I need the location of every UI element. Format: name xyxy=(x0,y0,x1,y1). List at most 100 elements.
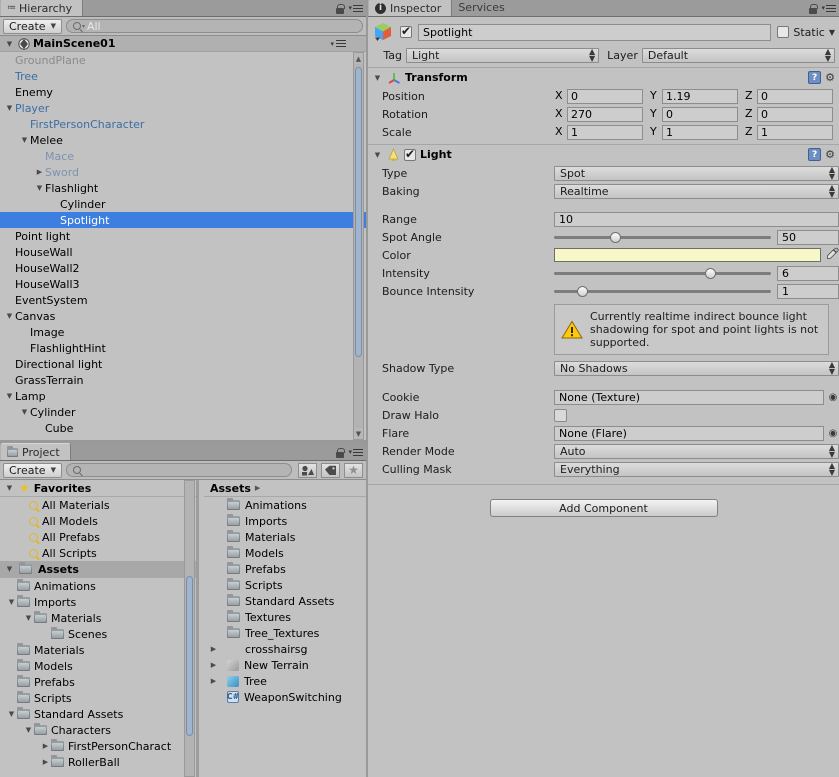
add-component-button[interactable]: Add Component xyxy=(489,499,718,517)
project-content-item[interactable]: Animations xyxy=(204,497,366,513)
project-content-item[interactable]: Imports xyxy=(204,513,366,529)
lock-icon[interactable] xyxy=(336,447,346,458)
chevron-down-icon[interactable]: ▼ xyxy=(4,392,15,400)
favorite-star-icon[interactable]: ★ xyxy=(344,462,363,478)
hierarchy-item[interactable]: EventSystem xyxy=(0,292,366,308)
hierarchy-item[interactable]: Point light xyxy=(0,228,366,244)
chevron-down-icon[interactable]: ▼ xyxy=(6,598,17,606)
transform-position-x-input[interactable]: 0 xyxy=(567,88,643,104)
hierarchy-item[interactable]: Mace xyxy=(0,148,366,164)
gameobject-enabled-checkbox[interactable] xyxy=(400,24,412,38)
light-intensity-input[interactable]: 6 xyxy=(777,265,839,281)
slider-knob[interactable] xyxy=(705,267,717,279)
transform-rotation-z-input[interactable]: 0 xyxy=(757,106,833,122)
hierarchy-item[interactable]: Enemy xyxy=(0,84,366,100)
assets-tree-item[interactable]: Prefabs xyxy=(0,674,196,690)
favorites-header[interactable]: ▼ ★ Favorites xyxy=(0,480,196,497)
hierarchy-item[interactable]: Directional light xyxy=(0,356,366,372)
chevron-right-icon[interactable]: ▶ xyxy=(40,758,51,766)
hierarchy-scrollbar[interactable]: ▲ ▼ xyxy=(353,52,364,440)
project-content-item[interactable]: ▶ New Terrain xyxy=(204,657,366,673)
hierarchy-item[interactable]: FirstPersonCharacter xyxy=(0,116,366,132)
chevron-down-icon[interactable]: ▼ xyxy=(23,726,34,734)
chevron-down-icon[interactable]: ▼ xyxy=(4,104,15,112)
hierarchy-item[interactable]: ▼ Canvas xyxy=(0,308,366,324)
project-content-item[interactable]: Tree_Textures xyxy=(204,625,366,641)
gameobject-name-input[interactable]: Spotlight xyxy=(418,23,772,41)
chevron-down-icon[interactable]: ▼ xyxy=(4,565,15,573)
light-header[interactable]: ▼ Light ? ⚙ xyxy=(368,145,839,164)
hierarchy-item[interactable]: Image xyxy=(0,324,366,340)
light-intensity-slider[interactable] xyxy=(554,266,771,280)
chevron-down-icon[interactable]: ▼ xyxy=(19,136,30,144)
assets-tree-root[interactable]: ▼ Assets xyxy=(0,561,196,578)
light-type-dropdown[interactable]: Spot ▲ ▼ xyxy=(554,165,839,181)
tab-services[interactable]: Services xyxy=(452,0,514,16)
assets-tree-item[interactable]: ▼ Imports xyxy=(0,594,196,610)
hierarchy-scroll-thumb[interactable] xyxy=(355,67,362,357)
transform-position-z-input[interactable]: 0 xyxy=(757,88,833,104)
transform-position-y-input[interactable]: 1.19 xyxy=(662,88,738,104)
chevron-down-icon[interactable]: ▼ xyxy=(4,312,15,320)
scroll-up-arrow[interactable]: ▲ xyxy=(354,53,363,64)
transform-scale-y-input[interactable]: 1 xyxy=(662,124,738,140)
project-breadcrumb[interactable]: Assets ▶ xyxy=(204,480,366,497)
hierarchy-item[interactable]: HouseWall xyxy=(0,244,366,260)
project-content-item[interactable]: Standard Assets xyxy=(204,593,366,609)
light-shadow-type-dropdown[interactable]: No Shadows ▲ ▼ xyxy=(554,360,839,376)
hierarchy-item[interactable]: GroundPlane xyxy=(0,52,366,68)
eyedropper-icon[interactable] xyxy=(825,247,839,263)
slider-knob[interactable] xyxy=(609,231,621,243)
hierarchy-item[interactable]: Cylinder xyxy=(0,196,366,212)
hierarchy-item[interactable]: HouseWall3 xyxy=(0,276,366,292)
chevron-down-icon[interactable]: ▼ xyxy=(23,614,34,622)
tab-inspector[interactable]: i Inspector xyxy=(368,0,453,16)
transform-scale-x-input[interactable]: 1 xyxy=(567,124,643,140)
hierarchy-scene-row[interactable]: ▼ MainScene01 ▾ xyxy=(0,36,366,52)
scene-context-menu-icon[interactable]: ▾ xyxy=(330,38,346,49)
help-icon[interactable]: ? xyxy=(808,71,822,84)
chevron-down-icon[interactable]: ▼ xyxy=(4,40,15,48)
tag-dropdown[interactable]: Light ▲ ▼ xyxy=(406,47,600,63)
transform-header[interactable]: ▼ Transform ? ⚙ xyxy=(368,68,839,87)
transform-scale-z-input[interactable]: 1 xyxy=(757,124,833,140)
static-toggle[interactable]: Static ▼ xyxy=(777,26,835,39)
favorites-item[interactable]: All Materials xyxy=(0,497,196,513)
project-menu-icon[interactable]: ▾ xyxy=(348,447,363,458)
assets-tree-item[interactable]: Models xyxy=(0,658,196,674)
chevron-down-icon[interactable]: ▼ xyxy=(372,74,383,82)
hierarchy-item[interactable]: ▼ Flashlight xyxy=(0,180,366,196)
filter-by-type-icon[interactable] xyxy=(298,462,317,478)
assets-tree-item[interactable]: Materials xyxy=(0,642,196,658)
object-picker-icon[interactable]: ◉ xyxy=(827,392,839,403)
hierarchy-item[interactable]: ▼ Cylinder xyxy=(0,404,366,420)
project-search-input[interactable] xyxy=(65,463,292,477)
project-create-button[interactable]: Create ▼ xyxy=(3,462,62,478)
project-content-item[interactable]: ▶ Tree xyxy=(204,673,366,689)
hierarchy-item[interactable]: ▼ Melee xyxy=(0,132,366,148)
light-render-mode-dropdown[interactable]: Auto ▲ ▼ xyxy=(554,443,839,459)
project-content-item[interactable]: ▶ crosshairsg xyxy=(204,641,366,657)
project-content-item[interactable]: Scripts xyxy=(204,577,366,593)
chevron-down-icon[interactable]: ▼ xyxy=(4,484,15,492)
light-bounce-intensity-slider[interactable] xyxy=(554,284,771,298)
hierarchy-item[interactable]: Tree xyxy=(0,68,366,84)
hierarchy-item[interactable]: GrassTerrain xyxy=(0,372,366,388)
hierarchy-item[interactable]: ▶ Sword xyxy=(0,164,366,180)
tab-hierarchy[interactable]: ≔ Hierarchy xyxy=(0,0,84,16)
hierarchy-item[interactable]: ▼ Player xyxy=(0,100,366,116)
tab-project[interactable]: Project xyxy=(0,443,71,460)
light-range-input[interactable]: 10 xyxy=(554,211,839,227)
assets-tree-item[interactable]: Scenes xyxy=(0,626,196,642)
project-tree-scroll-thumb[interactable] xyxy=(186,576,193,736)
project-content-item[interactable]: Models xyxy=(204,545,366,561)
project-content-item[interactable]: Materials xyxy=(204,529,366,545)
favorites-item[interactable]: All Prefabs xyxy=(0,529,196,545)
hierarchy-item[interactable]: Spotlight xyxy=(0,212,366,228)
light-culling-mask-dropdown[interactable]: Everything ▲ ▼ xyxy=(554,461,839,477)
light-flare-objectfield[interactable]: None (Flare) xyxy=(554,425,824,441)
chevron-down-icon[interactable]: ▼ xyxy=(829,28,835,37)
chevron-right-icon[interactable]: ▶ xyxy=(40,742,51,750)
layer-dropdown[interactable]: Default ▲ ▼ xyxy=(641,47,836,63)
hierarchy-create-button[interactable]: Create ▼ xyxy=(3,18,62,34)
